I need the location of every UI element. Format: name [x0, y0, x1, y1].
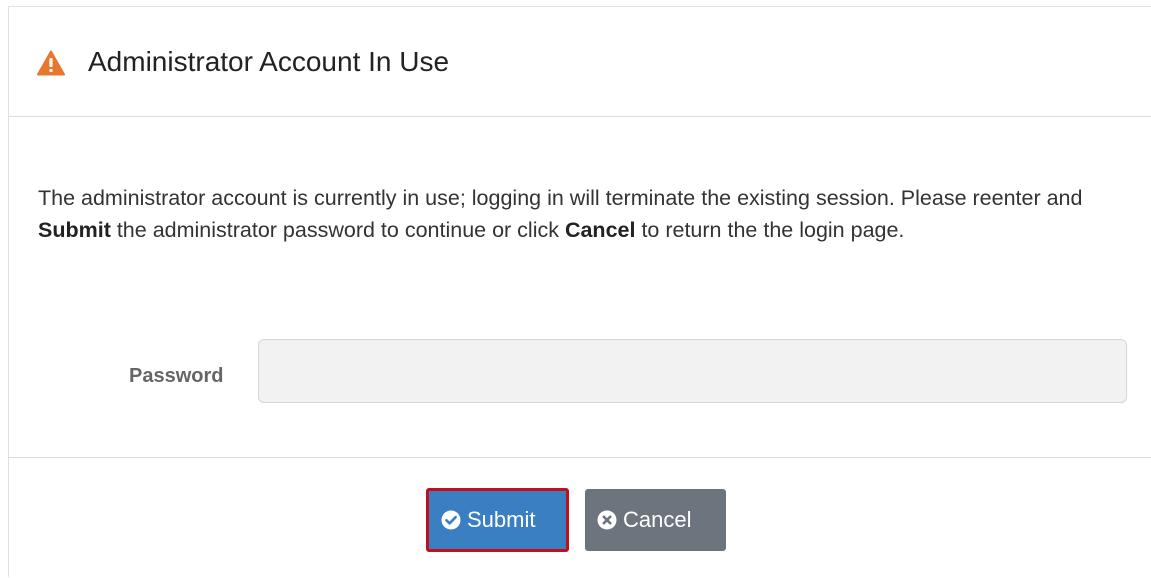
message-text-1: The administrator account is currently i… — [38, 186, 1083, 210]
message-text-3: to return the the login page. — [635, 218, 905, 242]
submit-button[interactable]: Submit — [426, 488, 569, 552]
message-submit-emphasis: Submit — [38, 218, 111, 242]
password-input[interactable] — [258, 339, 1127, 403]
x-circle-icon — [597, 510, 617, 530]
warning-triangle-icon — [37, 50, 65, 76]
dialog-body: The administrator account is currently i… — [9, 117, 1151, 458]
dialog-title: Administrator Account In Use — [88, 46, 450, 77]
message-cancel-emphasis: Cancel — [564, 218, 636, 242]
message-text-2: the administrator password to continue o… — [110, 218, 565, 242]
submit-button-label: Submit — [467, 507, 536, 532]
dialog-message: The administrator account is currently i… — [38, 182, 1128, 246]
admin-in-use-dialog: Administrator Account In Use The adminis… — [8, 6, 1151, 577]
password-label: Password — [129, 365, 224, 387]
cancel-button-label: Cancel — [623, 507, 692, 532]
check-circle-icon — [441, 510, 461, 530]
dialog-footer: Submit Cancel — [9, 458, 1151, 578]
dialog-header: Administrator Account In Use — [9, 7, 1151, 117]
cancel-button[interactable]: Cancel — [585, 489, 726, 551]
